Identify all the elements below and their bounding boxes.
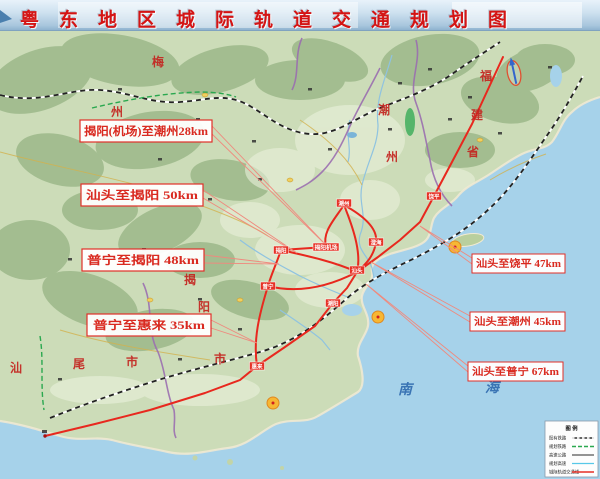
svg-text:汕头: 汕头 xyxy=(351,266,363,274)
region-label-fujian: 福 xyxy=(479,68,492,83)
svg-text:饶平: 饶平 xyxy=(428,192,440,200)
svg-text:揭阳机场: 揭阳机场 xyxy=(315,243,339,251)
region-label-meizhou: 梅 xyxy=(152,54,164,69)
map-canvas: 梅 州 潮 州 福 建 省 汕 尾 市 揭 阳 市 南 海 xyxy=(0,31,600,479)
callout-shantou-puning: 汕头至普宁 67km xyxy=(468,362,563,381)
city-box-chaozhou: 潮州 xyxy=(337,199,352,207)
region-label-chaozhou: 潮 xyxy=(378,102,390,117)
city-box-chaoyang: 潮阳 xyxy=(326,299,341,307)
svg-text:普宁至揭阳 48km: 普宁至揭阳 48km xyxy=(87,253,200,267)
region-label-jieyang: 揭 xyxy=(184,272,196,287)
callout-shantou-jieyang: 汕头至揭阳 50km xyxy=(81,184,203,206)
callout-puning-jieyang: 普宁至揭阳 48km xyxy=(82,249,204,271)
title-bar: 粤东地区城际轨道交通规划图 xyxy=(0,0,600,31)
city-box-chenghai: 澄海 xyxy=(369,238,384,246)
svg-text:潮阳: 潮阳 xyxy=(327,299,339,307)
svg-text:揭阳(机场)至潮州28km: 揭阳(机场)至潮州28km xyxy=(84,124,208,138)
svg-text:潮州: 潮州 xyxy=(338,199,350,207)
city-box-jieyang: 揭阳 xyxy=(274,246,289,254)
region-label-fujian: 建 xyxy=(470,107,484,122)
callout-shantou-chaozhou: 汕头至潮州 45km xyxy=(470,312,565,331)
svg-text:汕头至揭阳 50km: 汕头至揭阳 50km xyxy=(86,188,199,202)
region-label-shanwei: 市 xyxy=(126,354,138,369)
city-box-raoping: 饶平 xyxy=(427,192,442,200)
svg-text:揭阳: 揭阳 xyxy=(275,246,287,254)
svg-text:普宁: 普宁 xyxy=(262,282,274,290)
svg-text:惠来: 惠来 xyxy=(251,362,263,370)
callout-shantou-raoping: 汕头至饶平 47km xyxy=(472,254,565,273)
region-label-shanwei: 尾 xyxy=(73,357,85,371)
forest-patch xyxy=(405,108,415,136)
city-box-shantou: 汕头 xyxy=(350,266,365,274)
svg-text:澄海: 澄海 xyxy=(370,238,382,246)
region-label-fujian: 省 xyxy=(466,144,479,159)
legend-title: 图 例 xyxy=(565,424,578,432)
region-label-meizhou: 州 xyxy=(110,105,123,119)
svg-text:规划铁路: 规划铁路 xyxy=(549,443,567,450)
city-box-jieyang-airport: 揭阳机场 xyxy=(313,243,339,251)
map-page: 粤东地区城际轨道交通规划图 xyxy=(0,0,600,479)
svg-text:规划高速: 规划高速 xyxy=(549,460,567,467)
svg-text:汕头至潮州 45km: 汕头至潮州 45km xyxy=(474,315,562,328)
region-label-shanwei: 汕 xyxy=(10,360,22,375)
lake xyxy=(347,132,357,138)
svg-text:高速公路: 高速公路 xyxy=(549,452,567,459)
header-left-decoration xyxy=(0,10,12,23)
legend: 图 例 既有铁路 规划铁路 高速公路 规划高速 城际轨道交通线 xyxy=(545,421,598,477)
city-box-puning: 普宁 xyxy=(261,282,276,290)
region-label-jieyang: 阳 xyxy=(198,299,210,314)
callout-jieyang-airport-chaozhou: 揭阳(机场)至潮州28km xyxy=(80,120,212,142)
city-box-huilai: 惠来 xyxy=(250,362,265,370)
svg-text:汕头至饶平 47km: 汕头至饶平 47km xyxy=(476,257,562,270)
region-label-chaozhou: 州 xyxy=(385,150,398,164)
svg-text:普宁至惠来 35km: 普宁至惠来 35km xyxy=(93,318,206,332)
svg-text:汕头至普宁 67km: 汕头至普宁 67km xyxy=(472,365,560,378)
svg-text:既有铁路: 既有铁路 xyxy=(549,435,567,442)
callout-puning-huilai: 普宁至惠来 35km xyxy=(87,314,211,336)
region-label-jieyang: 市 xyxy=(214,351,226,366)
page-title: 粤东地区城际轨道交通规划图 xyxy=(20,5,527,32)
